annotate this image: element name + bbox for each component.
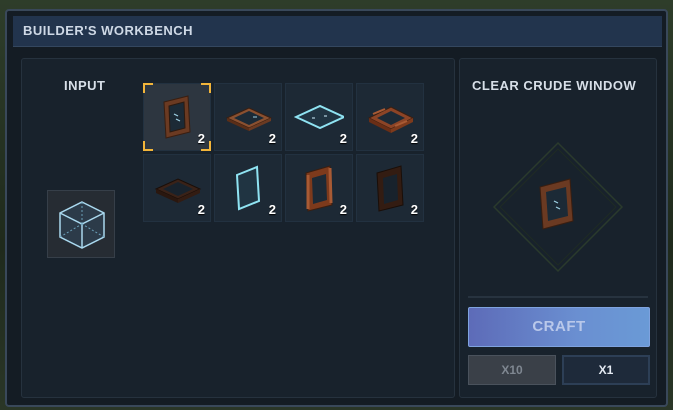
output-preview: [492, 141, 624, 273]
recipe-slot-5[interactable]: 2: [143, 154, 211, 222]
window-frame-upright-icon: [163, 95, 191, 139]
craft-button[interactable]: CRAFT: [468, 307, 650, 347]
recipe-qty: 2: [410, 131, 418, 146]
input-slot[interactable]: [47, 190, 115, 258]
recipe-panel: INPUT 2 2 2 2 2 2 2 2: [21, 58, 455, 398]
output-title: CLEAR CRUDE WINDOW: [472, 78, 637, 93]
recipe-slot-6[interactable]: 2: [214, 154, 282, 222]
dark-frame-flat-icon: [154, 178, 202, 203]
craft-x1-button[interactable]: X1: [562, 355, 650, 385]
log-frame-flat-icon: [367, 106, 415, 133]
recipe-slot-4[interactable]: 2: [356, 83, 424, 151]
dark-frame-upright-icon: [376, 165, 404, 212]
recipe-qty: 2: [268, 202, 276, 217]
recipe-slot-8[interactable]: 2: [356, 154, 424, 222]
glass-cube-icon: [59, 201, 105, 249]
glass-pane-upright-icon: [235, 165, 261, 211]
log-frame-upright-icon: [305, 165, 333, 212]
recipe-qty: 2: [410, 202, 418, 217]
window-frame-upright-icon: [539, 178, 574, 230]
input-label: INPUT: [64, 78, 106, 93]
recipe-qty: 2: [268, 131, 276, 146]
divider: [468, 296, 648, 298]
recipe-qty: 2: [339, 202, 347, 217]
recipe-slot-3[interactable]: 2: [285, 83, 353, 151]
glass-pane-flat-icon: [294, 104, 344, 130]
recipe-qty: 2: [197, 131, 205, 146]
craft-x10-button[interactable]: X10: [468, 355, 556, 385]
selection-corner: [201, 83, 211, 93]
workbench-window: BUILDER'S WORKBENCH INPUT 2 2 2 2 2 2 2 …: [5, 9, 668, 407]
output-panel: CLEAR CRUDE WINDOW CRAFT X10 X1: [459, 58, 657, 398]
selection-corner: [143, 141, 153, 151]
window-title: BUILDER'S WORKBENCH: [23, 23, 194, 38]
recipe-qty: 2: [197, 202, 205, 217]
title-bar: BUILDER'S WORKBENCH: [13, 16, 662, 47]
recipe-slot-7[interactable]: 2: [285, 154, 353, 222]
window-frame-flat-icon: [225, 107, 273, 131]
recipe-qty: 2: [339, 131, 347, 146]
recipe-slot-1[interactable]: 2: [143, 83, 211, 151]
recipe-slot-2[interactable]: 2: [214, 83, 282, 151]
